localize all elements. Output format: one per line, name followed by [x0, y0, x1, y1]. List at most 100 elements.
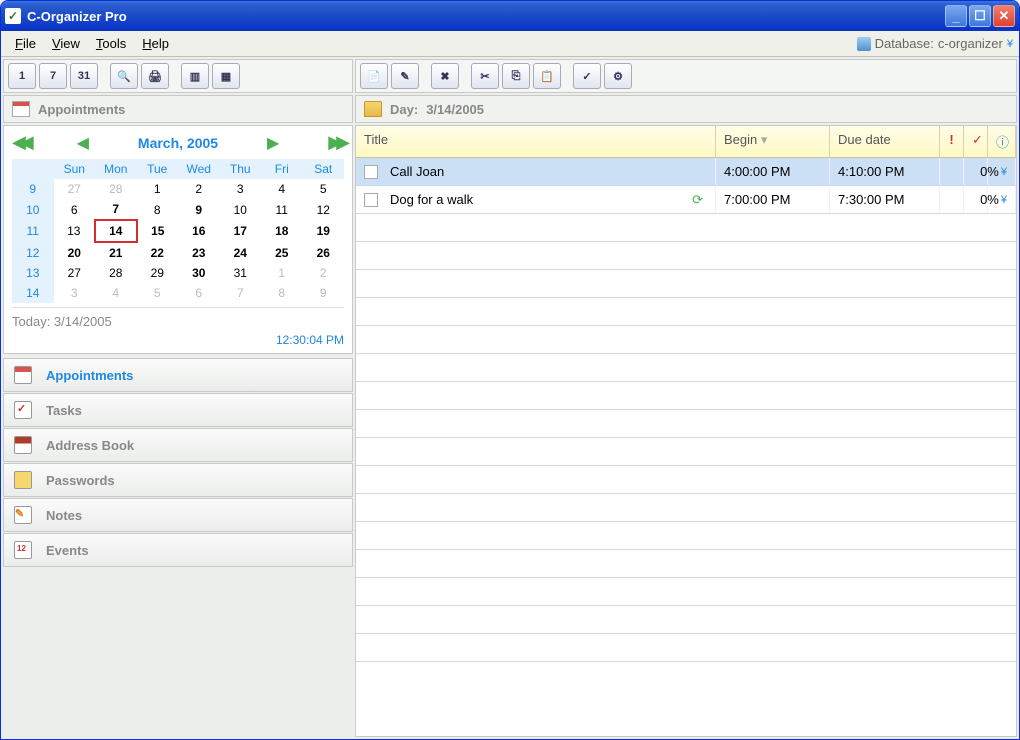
database-name[interactable]: c-organizer: [938, 36, 1003, 51]
calendar-day[interactable]: 26: [303, 242, 345, 263]
calendar-day[interactable]: 23: [178, 242, 220, 263]
edit-item-button[interactable]: ✎: [391, 63, 419, 89]
new-item-button[interactable]: 📄: [360, 63, 388, 89]
calendar-day[interactable]: 7: [220, 283, 262, 303]
calendar-day[interactable]: 15: [137, 220, 179, 242]
calendar-day[interactable]: 7: [95, 199, 137, 220]
calendar-day[interactable]: 1: [137, 179, 179, 199]
expand-chevron-icon[interactable]: ¥: [1001, 166, 1007, 178]
calendar-day[interactable]: 2: [303, 263, 345, 283]
calendar-day[interactable]: 22: [137, 242, 179, 263]
calendar-day[interactable]: 31: [220, 263, 262, 283]
calendar-week-number: 12: [12, 242, 54, 263]
calendar-month-label[interactable]: March, 2005: [138, 135, 218, 151]
nav-address-book[interactable]: Address Book: [3, 428, 353, 462]
calendar-day[interactable]: 9: [303, 283, 345, 303]
calendar-day[interactable]: 25: [261, 242, 303, 263]
view-day-button[interactable]: 1: [8, 63, 36, 89]
next-year-button[interactable]: ▶▶: [328, 132, 344, 153]
tool-b-button[interactable]: ▦: [212, 63, 240, 89]
paste-button[interactable]: 📋: [533, 63, 561, 89]
maximize-button[interactable]: ☐: [969, 5, 991, 27]
calendar-day[interactable]: 18: [261, 220, 303, 242]
col-priority[interactable]: !: [940, 126, 964, 157]
task-row[interactable]: Call Joan4:00:00 PM4:10:00 PM0% ¥: [356, 158, 1016, 186]
nav-events[interactable]: Events: [3, 533, 353, 567]
delete-item-button[interactable]: ✖: [431, 63, 459, 89]
calendar-day[interactable]: 17: [220, 220, 262, 242]
menu-help[interactable]: Help: [134, 33, 177, 54]
calendar-day[interactable]: 1: [261, 263, 303, 283]
grid-body: Call Joan4:00:00 PM4:10:00 PM0% ¥Dog for…: [356, 158, 1016, 736]
calendar-day[interactable]: 24: [220, 242, 262, 263]
nav-appointments[interactable]: Appointments: [3, 358, 353, 392]
calendar-day-header: Sun: [54, 159, 96, 179]
calendar-day[interactable]: 27: [54, 179, 96, 199]
calendar-day[interactable]: 5: [303, 179, 345, 199]
calendar-day[interactable]: 6: [54, 199, 96, 220]
calendar-day[interactable]: 29: [137, 263, 179, 283]
menubar: File View Tools Help Database: c-organiz…: [1, 31, 1019, 57]
calendar-day[interactable]: 8: [261, 283, 303, 303]
calendar-day[interactable]: 3: [54, 283, 96, 303]
calendar-day[interactable]: 13: [54, 220, 96, 242]
nav-passwords[interactable]: Passwords: [3, 463, 353, 497]
col-due[interactable]: Due date: [830, 126, 940, 157]
nav-notes[interactable]: Notes: [3, 498, 353, 532]
calendar-day[interactable]: 2: [178, 179, 220, 199]
calendar-day-header: Fri: [261, 159, 303, 179]
task-row[interactable]: Dog for a walk⟳7:00:00 PM7:30:00 PM0% ¥: [356, 186, 1016, 214]
calendar-day[interactable]: 19: [303, 220, 345, 242]
minimize-button[interactable]: _: [945, 5, 967, 27]
calendar-day[interactable]: 6: [178, 283, 220, 303]
expand-chevron-icon[interactable]: ¥: [1001, 194, 1007, 206]
nav-tasks-label: Tasks: [46, 403, 82, 418]
menu-tools[interactable]: Tools: [88, 33, 134, 54]
calendar-day[interactable]: 8: [137, 199, 179, 220]
calendar-day[interactable]: 5: [137, 283, 179, 303]
col-info[interactable]: ⓘ: [988, 126, 1016, 157]
view-week-button[interactable]: 7: [39, 63, 67, 89]
titlebar[interactable]: ✓ C-Organizer Pro _ ☐ ✕: [1, 1, 1019, 31]
task-due: 4:10:00 PM: [830, 158, 940, 185]
view-month-button[interactable]: 31: [70, 63, 98, 89]
nav-appointments-label: Appointments: [46, 368, 133, 383]
calendar-day[interactable]: 16: [178, 220, 220, 242]
next-month-button[interactable]: ▶: [267, 133, 279, 153]
calendar-day[interactable]: 27: [54, 263, 96, 283]
cut-button[interactable]: ✂: [471, 63, 499, 89]
calendar-day[interactable]: 30: [178, 263, 220, 283]
calendar-day[interactable]: 4: [95, 283, 137, 303]
options-button[interactable]: ⚙: [604, 63, 632, 89]
calendar-day[interactable]: 10: [220, 199, 262, 220]
nav-sections: Appointments Tasks Address Book Password…: [3, 358, 353, 567]
tool-a-button[interactable]: ▥: [181, 63, 209, 89]
calendar-day[interactable]: 11: [261, 199, 303, 220]
calendar-day[interactable]: 4: [261, 179, 303, 199]
calendar-day[interactable]: 9: [178, 199, 220, 220]
calendar-day[interactable]: 20: [54, 242, 96, 263]
copy-button[interactable]: ⎘: [502, 63, 530, 89]
calendar-day[interactable]: 21: [95, 242, 137, 263]
calendar-day[interactable]: 28: [95, 263, 137, 283]
col-title[interactable]: Title: [356, 126, 716, 157]
prev-month-button[interactable]: ◀: [77, 133, 89, 153]
menu-view[interactable]: View: [44, 33, 88, 54]
menu-file[interactable]: File: [7, 33, 44, 54]
nav-notes-label: Notes: [46, 508, 82, 523]
calendar-day[interactable]: 3: [220, 179, 262, 199]
calendar-day[interactable]: 12: [303, 199, 345, 220]
nav-tasks[interactable]: Tasks: [3, 393, 353, 427]
complete-button[interactable]: ✓: [573, 63, 601, 89]
task-icon: [364, 165, 378, 179]
database-chevron-icon[interactable]: ¥: [1007, 38, 1013, 50]
calendar-day[interactable]: 28: [95, 179, 137, 199]
find-button[interactable]: 🔍: [110, 63, 138, 89]
close-button[interactable]: ✕: [993, 5, 1015, 27]
prev-year-button[interactable]: ◀◀: [12, 132, 28, 153]
col-complete[interactable]: ✓: [964, 126, 988, 157]
today-label[interactable]: Today: 3/14/2005: [12, 307, 344, 331]
calendar-day[interactable]: 14: [95, 220, 137, 242]
col-begin[interactable]: Begin ▾: [716, 126, 830, 157]
print-button[interactable]: 🖨: [141, 63, 169, 89]
